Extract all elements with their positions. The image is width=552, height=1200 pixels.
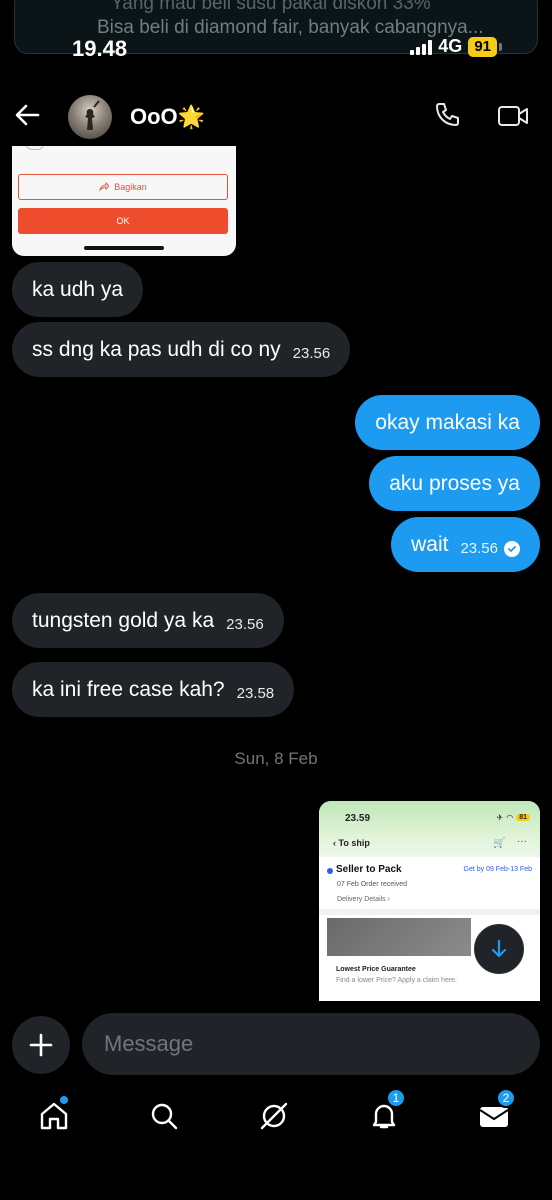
message-bubble-incoming[interactable]: tungsten gold ya ka 23.56 [12, 593, 284, 648]
delivery-estimate: Get by 09 Feb-13 Feb [463, 866, 532, 873]
phone-call-icon[interactable] [432, 100, 462, 130]
home-indicator [84, 246, 164, 250]
attach-plus-button[interactable] [12, 1016, 70, 1074]
image-status-time: 23.59 [345, 813, 371, 824]
message-bubble-outgoing[interactable]: okay makasi ka [355, 395, 540, 450]
nav-grok[interactable] [254, 1096, 294, 1136]
more-icon: ··· [517, 836, 527, 847]
message-bubble-incoming[interactable]: ka udh ya [12, 262, 144, 317]
avatar[interactable] [68, 95, 112, 139]
star-emoji-icon: 🌟 [177, 104, 206, 129]
home-notification-dot [60, 1096, 68, 1104]
order-header: 23.59 ✈ ◠ 81 ‹ To ship 🛒 ··· [319, 801, 540, 857]
order-received: 07 Feb Order received [337, 881, 408, 888]
delivery-details-link: Delivery Details › [337, 896, 390, 903]
message-input[interactable] [82, 1013, 540, 1075]
image-nav-title: ‹ To ship [333, 838, 370, 848]
message-bubble-incoming[interactable]: ss dng ka pas udh di co ny 23.56 [12, 322, 351, 377]
message-text: ka udh ya [32, 277, 124, 301]
status-dot-icon [327, 868, 333, 874]
message-text: wait [411, 532, 449, 556]
image-battery: 81 [516, 814, 530, 821]
message-bubble-incoming[interactable]: ka ini free case kah? 23.58 [12, 662, 295, 717]
share-label: Bagikan [114, 182, 147, 192]
shared-image-top[interactable]: Bagikan OK [12, 146, 236, 256]
contact-name[interactable]: OoO🌟 [130, 104, 205, 130]
nav-search[interactable] [144, 1096, 184, 1136]
wifi-icon: ◠ [506, 813, 514, 822]
arrow-down-icon [491, 939, 507, 958]
message-text: ss dng ka pas udh di co ny [32, 337, 281, 361]
message-text: tungsten gold ya ka [32, 608, 215, 632]
order-status: Seller to Pack [336, 864, 402, 875]
divider [319, 909, 540, 915]
battery-level: 91 [468, 36, 497, 57]
message-time: 23.56 [292, 345, 331, 362]
status-indicators: 4G 91 [410, 36, 502, 57]
contact-name-text: OoO [130, 104, 178, 129]
message-bubble-outgoing[interactable]: aku proses ya [369, 456, 540, 511]
back-arrow-icon[interactable] [12, 100, 42, 130]
scroll-to-bottom-button[interactable] [474, 924, 524, 974]
search-icon [151, 1103, 178, 1130]
notifications-badge: 1 [386, 1088, 406, 1108]
message-time: 23.58 [236, 685, 275, 702]
nav-notifications[interactable]: 1 [364, 1088, 406, 1136]
message-time: 23.56 [226, 616, 264, 633]
messages-badge: 2 [496, 1088, 516, 1108]
battery-icon [499, 42, 502, 51]
image-nav-title-text: To ship [338, 838, 370, 848]
message-text: okay makasi ka [375, 410, 520, 434]
shot-element [26, 146, 44, 150]
network-type: 4G [438, 36, 463, 56]
ok-button-in-image: OK [18, 208, 228, 234]
redacted-block [327, 918, 471, 956]
nav-home[interactable] [34, 1096, 74, 1136]
cart-icon: 🛒 [493, 838, 506, 849]
home-icon [40, 1102, 68, 1130]
grok-icon [260, 1102, 288, 1130]
message-bubble-outgoing[interactable]: wait 23.56 [391, 517, 540, 572]
status-time: 19.48 [72, 36, 128, 61]
bottom-nav: 1 2 [0, 1088, 552, 1150]
video-call-icon[interactable] [496, 101, 530, 131]
share-icon [99, 182, 110, 192]
guarantee-title: Lowest Price Guarantee [336, 966, 416, 973]
plus-icon [29, 1033, 53, 1057]
read-check-icon [504, 540, 520, 557]
airplane-icon: ✈ [496, 813, 504, 822]
nav-messages[interactable]: 2 [474, 1088, 516, 1136]
date-separator: Sun, 8 Feb [234, 749, 318, 768]
image-status-icons: ✈ ◠ 81 [497, 813, 530, 822]
notification-line-1: Yang mau beli susu pakai diskon 33% [111, 0, 431, 14]
message-text: ka ini free case kah? [32, 677, 225, 701]
delivery-details-text: Delivery Details [337, 896, 386, 903]
message-time: 23.56 [460, 540, 498, 557]
message-text: aku proses ya [389, 471, 520, 495]
guarantee-subtitle: Find a lower Price? Apply a claim here. [336, 977, 457, 984]
share-button-in-image: Bagikan [18, 174, 228, 200]
signal-icon [410, 39, 433, 55]
